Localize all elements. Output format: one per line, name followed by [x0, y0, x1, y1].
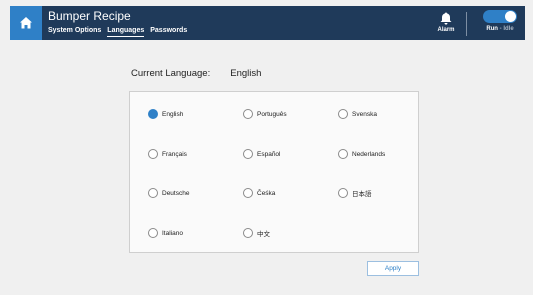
radio-button[interactable]: [243, 109, 253, 119]
radio-button[interactable]: [148, 109, 158, 119]
language-label: 日本語: [352, 191, 372, 198]
language-label: Čeśka: [257, 189, 276, 197]
language-label: Svenska: [352, 110, 377, 118]
app-window: Bumper Recipe System Options Languages P…: [0, 0, 533, 295]
idle-label: Idle: [503, 26, 514, 32]
apply-button[interactable]: Apply: [367, 261, 419, 276]
top-bar: Bumper Recipe System Options Languages P…: [10, 6, 525, 40]
language-option-portugues[interactable]: Português: [243, 109, 287, 119]
language-option-espanol[interactable]: Español: [243, 149, 281, 159]
toggle-knob[interactable]: [505, 11, 516, 22]
radio-button[interactable]: [338, 149, 348, 159]
language-option-ceska[interactable]: Čeśka: [243, 188, 275, 198]
language-label: 中文: [257, 231, 270, 238]
radio-button[interactable]: [148, 149, 158, 159]
radio-button[interactable]: [338, 188, 348, 198]
current-language-value: English: [230, 68, 262, 79]
language-label: Français: [162, 150, 187, 158]
language-label: Português: [257, 110, 287, 118]
alarm-button[interactable]: Alarm: [432, 10, 460, 38]
language-options-panel: English Português Svenska Français Españ…: [129, 91, 419, 253]
alarm-label: Alarm: [437, 27, 455, 33]
language-option-japanese[interactable]: 日本語: [338, 188, 372, 198]
radio-button[interactable]: [338, 109, 348, 119]
tab-bar: System Options Languages Passwords: [48, 27, 187, 37]
radio-button[interactable]: [243, 188, 253, 198]
run-label: Run: [486, 26, 498, 32]
home-button[interactable]: [10, 6, 42, 40]
radio-button[interactable]: [148, 228, 158, 238]
tab-languages[interactable]: Languages: [107, 27, 145, 37]
radio-button[interactable]: [243, 228, 253, 238]
toggle-track[interactable]: [483, 10, 517, 23]
bell-icon: [440, 12, 452, 25]
radio-button[interactable]: [148, 188, 158, 198]
language-label: Nederlands: [352, 150, 386, 158]
language-option-nederlands[interactable]: Nederlands: [338, 149, 385, 159]
language-option-chinese[interactable]: 中文: [243, 228, 270, 238]
language-label: Deutsche: [162, 189, 190, 197]
language-label: Español: [257, 150, 281, 158]
radio-button[interactable]: [243, 149, 253, 159]
home-icon: [20, 17, 32, 29]
run-idle-label: Run - Idle: [486, 26, 513, 32]
language-option-svenska[interactable]: Svenska: [338, 109, 377, 119]
tab-system-options[interactable]: System Options: [48, 27, 101, 37]
language-option-deutsche[interactable]: Deutsche: [148, 188, 189, 198]
language-option-english[interactable]: English: [148, 109, 183, 119]
header-divider: [466, 12, 467, 36]
run-idle-toggle[interactable]: Run - Idle: [480, 10, 520, 38]
current-language-row: Current Language: English: [131, 68, 261, 79]
language-option-italiano[interactable]: Italiano: [148, 228, 183, 238]
language-label: English: [162, 110, 184, 118]
language-label: Italiano: [162, 229, 183, 237]
language-option-francais[interactable]: Français: [148, 149, 187, 159]
page-title: Bumper Recipe: [48, 9, 131, 23]
tab-passwords[interactable]: Passwords: [150, 27, 187, 37]
current-language-label: Current Language:: [131, 68, 211, 79]
